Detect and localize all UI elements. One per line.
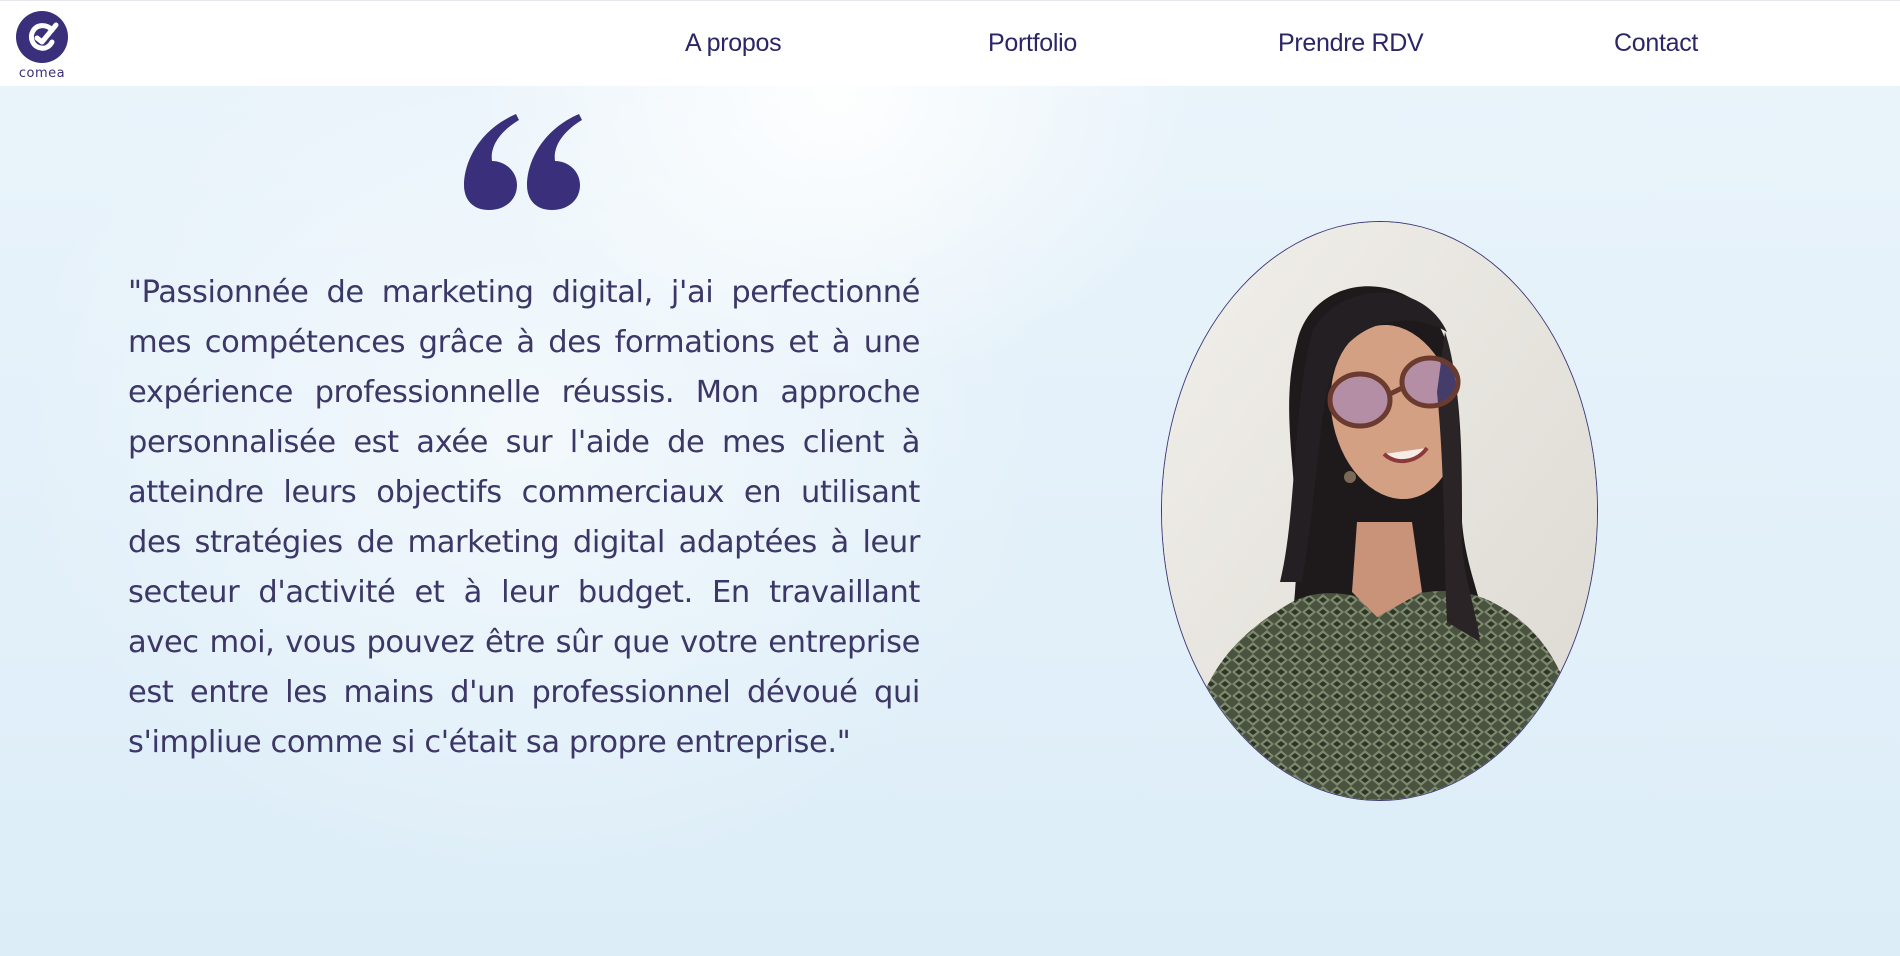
portrait-photo: [1161, 221, 1598, 801]
comea-logo-icon: [16, 11, 68, 63]
nav-link-contact[interactable]: Contact: [1614, 29, 1698, 58]
quote-icon: [462, 112, 582, 215]
nav-link-a-propos[interactable]: A propos: [685, 29, 782, 58]
nav-link-portfolio[interactable]: Portfolio: [988, 29, 1077, 58]
brand-name: comea: [18, 66, 66, 81]
brand-logo[interactable]: comea: [14, 11, 74, 83]
top-navigation-bar: comea A propos Portfolio Prendre RDV Con…: [0, 0, 1900, 86]
testimonial-text: "Passionnée de marketing digital, j'ai p…: [128, 275, 920, 760]
nav-link-prendre-rdv[interactable]: Prendre RDV: [1278, 29, 1424, 58]
